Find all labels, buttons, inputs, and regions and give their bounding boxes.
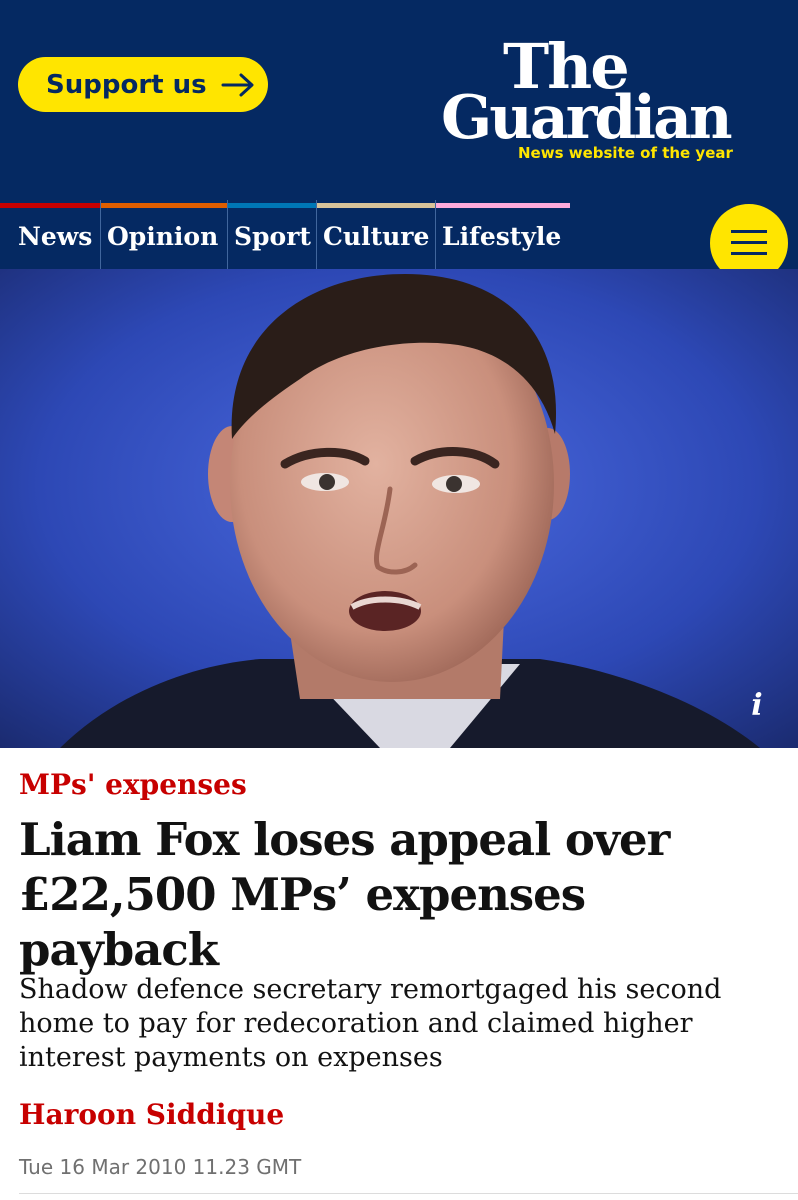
nav-item-culture[interactable]: Culture	[317, 200, 436, 269]
masthead: Support us The Guardian News website of …	[0, 0, 798, 200]
nav-color-bar	[317, 203, 435, 208]
logo-guardian: Guardian	[441, 83, 733, 153]
nav-item-label: Lifestyle	[442, 222, 562, 251]
divider	[19, 1193, 798, 1194]
hamburger-icon	[731, 230, 767, 233]
article-standfirst: Shadow defence secretary remortgaged his…	[19, 974, 722, 1073]
nav-color-bar	[436, 203, 570, 208]
hero-image	[0, 269, 798, 748]
nav-item-opinion[interactable]: Opinion	[101, 200, 228, 269]
arrow-right-icon	[221, 73, 255, 97]
nav-item-label: Sport	[234, 222, 311, 251]
image-info-button[interactable]: i	[740, 688, 774, 728]
hamburger-icon-line	[731, 241, 767, 244]
nav-item-lifestyle[interactable]: Lifestyle	[436, 200, 570, 269]
support-us-button[interactable]: Support us	[18, 57, 268, 112]
nav-item-news[interactable]: News	[0, 200, 101, 269]
section-kicker[interactable]: MPs' expenses	[19, 767, 619, 803]
nav-item-label: Culture	[323, 222, 430, 251]
nav-item-label: Opinion	[107, 222, 219, 251]
article-headline: Liam Fox loses appeal over £22,500 MPs’ …	[19, 813, 670, 976]
logo-tagline: News website of the year	[518, 144, 733, 162]
publish-date: Tue 16 Mar 2010 11.23 GMT	[19, 1155, 302, 1179]
section-nav: News Opinion Sport Culture Lifestyle	[0, 200, 798, 269]
nav-color-bar	[0, 203, 100, 208]
nav-item-label: News	[18, 222, 93, 251]
author-byline[interactable]: Haroon Siddique	[19, 1097, 619, 1133]
hamburger-icon-line	[731, 252, 767, 255]
nav-color-bar	[228, 203, 316, 208]
support-us-label: Support us	[46, 69, 207, 100]
nav-item-sport[interactable]: Sport	[228, 200, 317, 269]
portrait-photo	[0, 269, 798, 748]
nav-color-bar	[101, 203, 227, 208]
